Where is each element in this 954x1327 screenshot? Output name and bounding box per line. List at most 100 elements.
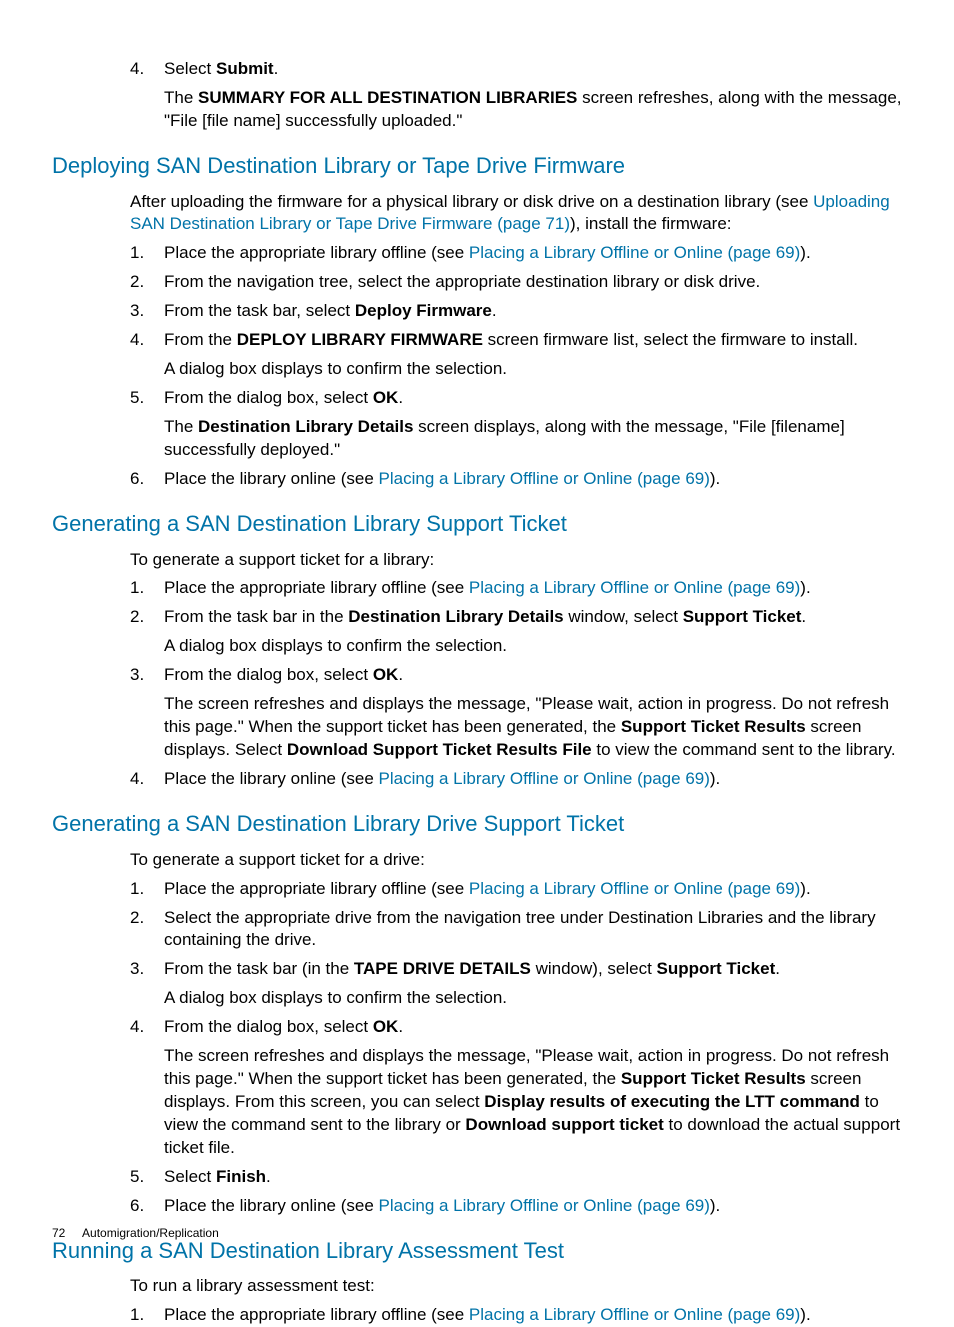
bold-text: Submit — [216, 59, 274, 78]
list-item-text: Place the library online (see Placing a … — [164, 1196, 720, 1215]
list-item-number: 2. — [130, 606, 144, 629]
bold-text: OK — [373, 665, 399, 684]
page-number: 72 — [52, 1226, 65, 1240]
ordered-list: 1. Place the appropriate library offline … — [130, 577, 902, 791]
section-heading: Generating a SAN Destination Library Sup… — [52, 509, 902, 539]
bold-text: Display results of executing the LTT com… — [484, 1092, 860, 1111]
bold-text: Support Ticket — [657, 959, 776, 978]
list-item-number: 6. — [130, 468, 144, 491]
list-item-text: Place the appropriate library offline (s… — [164, 243, 811, 262]
list-item-number: 4. — [130, 58, 144, 81]
cross-reference-link[interactable]: Placing a Library Offline or Online (pag… — [469, 578, 800, 597]
bold-text: SUMMARY FOR ALL DESTINATION LIBRARIES — [198, 88, 577, 107]
list-item-text: From the task bar (in the TAPE DRIVE DET… — [164, 959, 780, 978]
bold-text: Finish — [216, 1167, 266, 1186]
bold-text: OK — [373, 1017, 399, 1036]
list-item-text: Place the appropriate library offline (s… — [164, 1305, 811, 1324]
list-item-number: 1. — [130, 242, 144, 265]
section-intro: After uploading the firmware for a physi… — [130, 191, 902, 237]
section-intro: To generate a support ticket for a libra… — [130, 549, 902, 572]
footer-section-title: Automigration/Replication — [82, 1226, 219, 1240]
bold-text: OK — [373, 388, 399, 407]
list-item: 4. Select Submit. The SUMMARY FOR ALL DEST… — [130, 58, 902, 133]
list-item-text: From the dialog box, select OK. — [164, 1017, 403, 1036]
list-item: 6. Place the library online (see Placing … — [130, 468, 902, 491]
section-intro: To generate a support ticket for a drive… — [130, 849, 902, 872]
list-item-text: Select Submit. — [164, 59, 278, 78]
list-item-subtext: A dialog box displays to confirm the sel… — [164, 358, 902, 381]
list-item: 1. Place the appropriate library offline … — [130, 242, 902, 265]
page-footer: 72 Automigration/Replication — [52, 1225, 219, 1241]
list-item: 3. From the task bar, select Deploy Firmw… — [130, 300, 902, 323]
list-item: 5. Select Finish. — [130, 1166, 902, 1189]
list-item-number: 6. — [130, 1195, 144, 1218]
list-item: 4. Place the library online (see Placing … — [130, 768, 902, 791]
list-item-subtext: The screen refreshes and displays the me… — [164, 693, 902, 762]
list-item-number: 5. — [130, 1166, 144, 1189]
list-item-text: Place the appropriate library offline (s… — [164, 879, 811, 898]
bold-text: Destination Library Details — [198, 417, 413, 436]
list-item: 4. From the DEPLOY LIBRARY FIRMWARE scree… — [130, 329, 902, 381]
bold-text: Download Support Ticket Results File — [287, 740, 592, 759]
section-heading: Deploying SAN Destination Library or Tap… — [52, 151, 902, 181]
list-item-text: From the navigation tree, select the app… — [164, 272, 760, 291]
list-item: 2.Select the appropriate drive from the … — [130, 907, 902, 953]
list-item-number: 5. — [130, 387, 144, 410]
list-item-text: Place the appropriate library offline (s… — [164, 578, 811, 597]
list-item-number: 1. — [130, 878, 144, 901]
cross-reference-link[interactable]: Placing a Library Offline or Online (pag… — [379, 469, 710, 488]
list-item-subtext: A dialog box displays to confirm the sel… — [164, 635, 902, 658]
list-item-number: 4. — [130, 1016, 144, 1039]
cross-reference-link[interactable]: Placing a Library Offline or Online (pag… — [469, 879, 800, 898]
list-item: 4. From the dialog box, select OK. The scr… — [130, 1016, 902, 1160]
list-item-number: 3. — [130, 958, 144, 981]
ordered-list: 1. Place the appropriate library offline … — [130, 1304, 902, 1327]
list-item: 5. From the dialog box, select OK. The Des… — [130, 387, 902, 462]
bold-text: Support Ticket — [683, 607, 802, 626]
list-item: 2. From the task bar in the Destination L… — [130, 606, 902, 658]
list-item: 3. From the task bar (in the TAPE DRIVE D… — [130, 958, 902, 1010]
list-item-text: From the task bar, select Deploy Firmwar… — [164, 301, 497, 320]
list-item-subtext: The Destination Library Details screen d… — [164, 416, 902, 462]
ordered-list: 1. Place the appropriate library offline … — [130, 878, 902, 1218]
list-item-text: Place the library online (see Placing a … — [164, 769, 720, 788]
list-item: 2. From the navigation tree, select the a… — [130, 271, 902, 294]
bold-text: Deploy Firmware — [355, 301, 492, 320]
list-item: 3. From the dialog box, select OK. The scr… — [130, 664, 902, 762]
cross-reference-link[interactable]: Placing a Library Offline or Online (pag… — [469, 243, 800, 262]
list-item-subtext: The SUMMARY FOR ALL DESTINATION LIBRARIE… — [164, 87, 902, 133]
bold-text: Support Ticket Results — [621, 717, 806, 736]
cross-reference-link[interactable]: Uploading SAN Destination Library or Tap… — [130, 192, 890, 234]
list-item-text: From the dialog box, select OK. — [164, 388, 403, 407]
bold-text: TAPE DRIVE DETAILS — [354, 959, 531, 978]
list-item-text: From the DEPLOY LIBRARY FIRMWARE screen … — [164, 330, 858, 349]
bold-text: Support Ticket Results — [621, 1069, 806, 1088]
list-item-number: 3. — [130, 664, 144, 687]
list-item-text: From the task bar in the Destination Lib… — [164, 607, 806, 626]
list-item: 6. Place the library online (see Placing … — [130, 1195, 902, 1218]
list-item-number: 2. — [130, 271, 144, 294]
list-item-text: From the dialog box, select OK. — [164, 665, 403, 684]
list-item-text: Select Finish. — [164, 1167, 271, 1186]
ordered-list: 1. Place the appropriate library offline … — [130, 242, 902, 490]
list-item: 1. Place the appropriate library offline … — [130, 1304, 902, 1327]
continuation-ordered-list: 4. Select Submit. The SUMMARY FOR ALL DEST… — [130, 58, 902, 133]
bold-text: Download support ticket — [465, 1115, 663, 1134]
list-item-text: Place the library online (see Placing a … — [164, 469, 720, 488]
list-item-subtext: The screen refreshes and displays the me… — [164, 1045, 902, 1160]
list-item: 1. Place the appropriate library offline … — [130, 878, 902, 901]
list-item-number: 4. — [130, 329, 144, 352]
list-item-number: 4. — [130, 768, 144, 791]
cross-reference-link[interactable]: Placing a Library Offline or Online (pag… — [379, 1196, 710, 1215]
list-item: 1. Place the appropriate library offline … — [130, 577, 902, 600]
bold-text: Destination Library Details — [348, 607, 563, 626]
list-item-number: 3. — [130, 300, 144, 323]
list-item-number: 1. — [130, 577, 144, 600]
cross-reference-link[interactable]: Placing a Library Offline or Online (pag… — [469, 1305, 800, 1324]
list-item-subtext: A dialog box displays to confirm the sel… — [164, 987, 902, 1010]
list-item-text: Select the appropriate drive from the na… — [164, 908, 876, 950]
cross-reference-link[interactable]: Placing a Library Offline or Online (pag… — [379, 769, 710, 788]
section-intro: To run a library assessment test: — [130, 1275, 902, 1298]
list-item-number: 1. — [130, 1304, 144, 1327]
bold-text: DEPLOY LIBRARY FIRMWARE — [237, 330, 483, 349]
